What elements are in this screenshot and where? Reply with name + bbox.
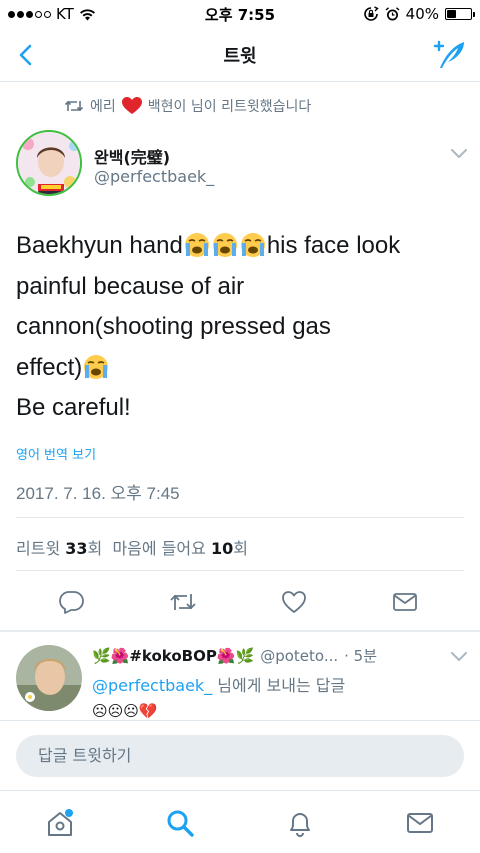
author-name[interactable]: 완백(完璧)	[94, 144, 170, 168]
retweets-unit: 회	[87, 539, 103, 558]
reply-author-avatar[interactable]	[16, 645, 82, 711]
tweet-text-line1-start: Baekhyun hand	[16, 232, 183, 259]
battery-icon	[445, 8, 475, 20]
like-button[interactable]	[276, 584, 312, 620]
status-right: 40%	[363, 5, 475, 23]
navigation-bar: 트윗	[0, 28, 480, 82]
chevron-down-icon[interactable]	[450, 147, 468, 159]
loudly-crying-face-icon	[212, 233, 237, 257]
divider	[16, 517, 464, 518]
retweeter-name-prefix[interactable]: 에리	[90, 96, 116, 116]
tweet-text-line1-end: his face look	[266, 232, 401, 259]
status-bar: KT 오후 7:55 40%	[0, 0, 480, 28]
likes-label: 마음에 들어요	[112, 539, 206, 558]
tweet-actions	[0, 584, 480, 620]
envelope-icon	[407, 813, 433, 833]
tweet-text-line3: cannon(shooting pressed gas	[16, 313, 331, 340]
author-avatar[interactable]	[16, 130, 82, 196]
tab-notifications[interactable]	[282, 805, 318, 841]
divider	[16, 570, 464, 571]
reply-input[interactable]: 답글 트윗하기	[16, 735, 464, 777]
tweet-timestamp: 2017. 7. 16. 오후 7:45	[16, 484, 180, 503]
bell-icon	[290, 813, 310, 837]
tweet-text: Baekhyun hand his face look painful becau…	[16, 226, 466, 429]
retweet-icon	[170, 594, 196, 610]
compose-tweet-icon[interactable]	[430, 36, 470, 74]
retweet-button[interactable]	[165, 584, 201, 620]
tweet-text-line5: Be careful!	[16, 394, 131, 421]
loudly-crying-face-icon	[84, 354, 109, 379]
reply-composer: 답글 트윗하기	[0, 720, 480, 790]
heart-icon	[282, 591, 306, 613]
avatar-image	[16, 645, 82, 711]
tweet-text-line2: painful because of air	[16, 272, 245, 300]
author-handle[interactable]: @perfectbaek_	[94, 167, 214, 186]
tab-home[interactable]	[42, 805, 78, 841]
reply-text: ☹☹☹💔	[92, 702, 158, 720]
tweet-text-line4: effect)	[16, 353, 83, 381]
tab-search[interactable]	[162, 805, 198, 841]
red-heart-icon	[121, 97, 142, 114]
search-icon	[167, 810, 194, 837]
reply-button[interactable]	[53, 584, 89, 620]
page-title: 트윗	[223, 46, 257, 67]
rotation-lock-icon	[363, 6, 379, 21]
retweets-label: 리트윗	[16, 539, 61, 558]
tweet-stats: 리트윗 33회 마음에 들어요 10회	[16, 535, 248, 559]
share-dm-button[interactable]	[387, 584, 423, 620]
loudly-crying-face-icon	[184, 233, 209, 257]
tab-messages[interactable]	[402, 805, 438, 841]
chevron-down-icon[interactable]	[450, 650, 468, 662]
translate-tweet-link[interactable]: 영어 번역 보기	[16, 444, 96, 463]
likes-count[interactable]: 10	[211, 539, 233, 558]
thread-separator	[0, 630, 480, 632]
alarm-icon	[385, 6, 400, 20]
home-icon	[48, 809, 73, 836]
reply-author-name[interactable]: 🌿🌺#kokoBOP🌺🌿	[92, 647, 254, 665]
likes-unit: 회	[233, 539, 248, 558]
retweets-count[interactable]: 33	[65, 539, 87, 558]
envelope-icon	[393, 593, 417, 611]
battery-percent: 40%	[405, 5, 439, 23]
retweet-icon	[64, 100, 84, 112]
reply-to-suffix: 님에게 보내는 답글	[212, 676, 346, 695]
reply-author-handle[interactable]: @poteto...	[260, 647, 338, 665]
reply-to-mention[interactable]: @perfectbaek_	[92, 676, 212, 695]
replying-to: @perfectbaek_ 님에게 보내는 답글	[92, 672, 345, 696]
reply-header: 🌿🌺#kokoBOP🌺🌿 @poteto... · 5분	[92, 645, 452, 666]
tab-bar	[0, 790, 480, 853]
retweet-context: 에리 백현이 님이 리트윗했습니다	[64, 96, 311, 116]
retweeter-name-suffix: 백현이 님이 리트윗했습니다	[147, 99, 312, 115]
loudly-crying-face-icon	[240, 233, 265, 257]
reply-time: · 5분	[344, 647, 378, 665]
reply-icon	[59, 591, 84, 614]
avatar-image	[18, 132, 80, 194]
